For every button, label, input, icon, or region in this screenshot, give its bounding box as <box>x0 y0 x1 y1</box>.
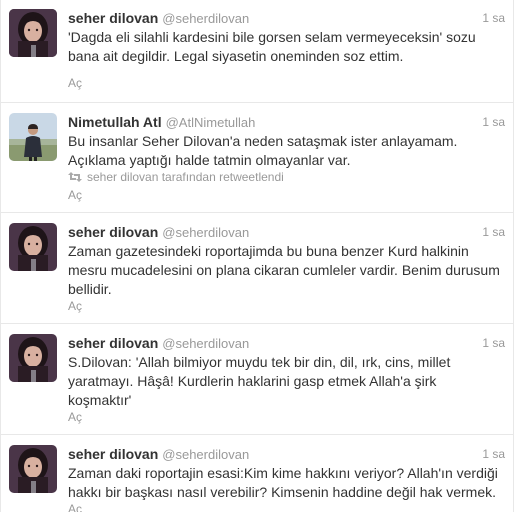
retweet-context: seher dilovan tarafından retweetlendi <box>68 170 284 186</box>
tweet-text: Bu insanlar Seher Dilovan'a neden sataşm… <box>68 133 458 168</box>
woman-portrait-icon <box>9 223 57 271</box>
woman-portrait-icon <box>9 445 57 493</box>
user-handle[interactable]: @seherdilovan <box>162 11 249 26</box>
woman-portrait-icon <box>9 334 57 382</box>
user-fullname[interactable]: seher dilovan <box>68 446 158 462</box>
avatar[interactable] <box>9 223 57 271</box>
avatar[interactable] <box>9 113 57 161</box>
tweet-item[interactable]: seher dilovan @seherdilovan 1 sa S.Dilova… <box>1 323 513 434</box>
user-fullname[interactable]: seher dilovan <box>68 224 158 240</box>
avatar[interactable] <box>9 445 57 493</box>
tweet-text: Zaman gazetesindeki roportajimda bu buna… <box>68 243 500 297</box>
expand-link[interactable]: Aç <box>68 76 82 90</box>
woman-portrait-icon <box>9 9 57 57</box>
tweet-timestamp[interactable]: 1 sa <box>482 225 505 239</box>
user-fullname[interactable]: seher dilovan <box>68 335 158 351</box>
user-handle[interactable]: @seherdilovan <box>162 447 249 462</box>
tweet-item[interactable]: seher dilovan @seherdilovan 1 sa 'Dagda e… <box>1 0 513 102</box>
tweet-header: seher dilovan @seherdilovan 1 sa <box>68 10 505 28</box>
tweet-text: Zaman daki roportajin esasi:Kim kime hak… <box>68 465 498 500</box>
expand-link[interactable]: Aç <box>68 188 82 202</box>
tweet-timestamp[interactable]: 1 sa <box>482 447 505 461</box>
user-fullname[interactable]: seher dilovan <box>68 10 158 26</box>
expand-link[interactable]: Aç <box>68 299 82 313</box>
tweet-item[interactable]: seher dilovan @seherdilovan 1 sa Zaman ga… <box>1 212 513 323</box>
tweet-item[interactable]: seher dilovan @seherdilovan 1 sa Zaman da… <box>1 434 513 512</box>
retweet-icon <box>68 171 82 186</box>
tweet-timestamp[interactable]: 1 sa <box>482 11 505 25</box>
tweet-header: seher dilovan @seherdilovan 1 sa <box>68 224 505 242</box>
user-handle[interactable]: @seherdilovan <box>162 336 249 351</box>
user-handle[interactable]: @seherdilovan <box>162 225 249 240</box>
user-fullname[interactable]: Nimetullah Atl <box>68 114 162 130</box>
tweet-header: Nimetullah Atl @AtlNimetullah 1 sa <box>68 114 505 132</box>
retweet-label[interactable]: seher dilovan tarafından retweetlendi <box>87 170 284 184</box>
tweet-text: 'Dagda eli silahli kardesini bile gorsen… <box>68 29 476 64</box>
tweet-timeline: seher dilovan @seherdilovan 1 sa 'Dagda e… <box>0 0 514 512</box>
tweet-item[interactable]: Nimetullah Atl @AtlNimetullah 1 sa Bu ins… <box>1 102 513 212</box>
tweet-timestamp[interactable]: 1 sa <box>482 336 505 350</box>
expand-link[interactable]: Aç <box>68 502 82 512</box>
avatar[interactable] <box>9 9 57 57</box>
user-handle[interactable]: @AtlNimetullah <box>166 115 256 130</box>
expand-link[interactable]: Aç <box>68 410 82 424</box>
man-outdoor-icon <box>9 113 57 161</box>
avatar[interactable] <box>9 334 57 382</box>
tweet-timestamp[interactable]: 1 sa <box>482 115 505 129</box>
tweet-text: S.Dilovan: 'Allah bilmiyor muydu tek bir… <box>68 354 451 408</box>
tweet-header: seher dilovan @seherdilovan 1 sa <box>68 335 505 353</box>
tweet-header: seher dilovan @seherdilovan 1 sa <box>68 446 505 464</box>
